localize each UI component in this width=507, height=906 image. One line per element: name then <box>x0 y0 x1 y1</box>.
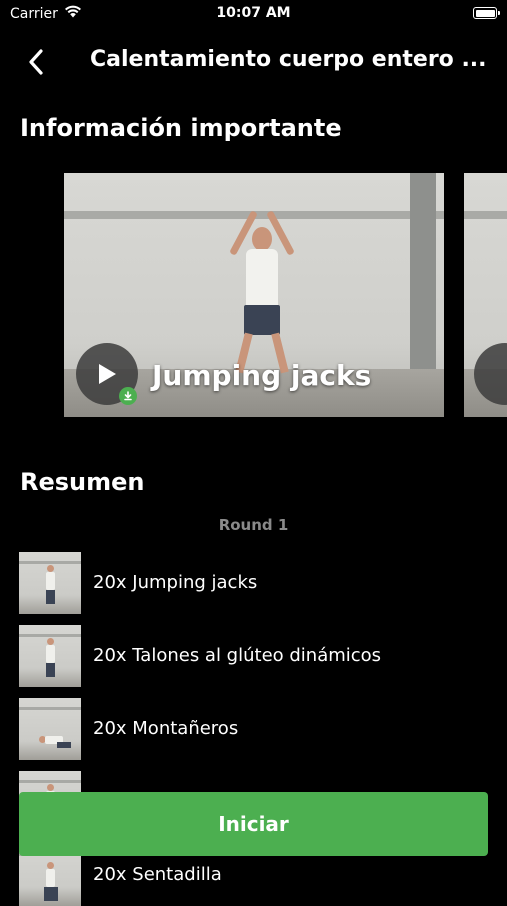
download-icon <box>119 387 137 405</box>
play-icon <box>99 364 116 384</box>
exercise-thumbnail <box>19 625 81 687</box>
page-title: Calentamiento cuerpo entero ... <box>90 47 487 72</box>
info-section-title: Información importante <box>20 114 342 142</box>
summary-section-title: Resumen <box>20 468 145 496</box>
exercise-label: 20x Montañeros <box>93 718 239 739</box>
list-item[interactable]: 20x Jumping jacks <box>0 552 507 614</box>
next-video-card[interactable] <box>464 173 507 417</box>
status-bar: Carrier 10:07 AM <box>0 0 507 30</box>
next-scene-beam <box>464 211 507 219</box>
status-time: 10:07 AM <box>216 5 291 21</box>
exercise-label: 20x Sentadilla <box>93 864 222 885</box>
exercise-thumbnail <box>19 698 81 760</box>
exercise-thumbnail <box>19 552 81 614</box>
video-title: Jumping jacks <box>152 359 372 392</box>
video-card[interactable]: Jumping jacks <box>64 173 444 417</box>
chevron-left-icon <box>29 49 43 75</box>
exercise-person-image <box>229 203 295 383</box>
back-button[interactable] <box>18 44 54 80</box>
round-label: Round 1 <box>218 516 289 534</box>
video-carousel[interactable]: Jumping jacks <box>0 173 507 417</box>
list-item[interactable]: 20x Montañeros <box>0 698 507 760</box>
exercise-label: 20x Talones al glúteo dinámicos <box>93 645 382 666</box>
battery-icon <box>473 7 500 19</box>
exercise-label: 20x Jumping jacks <box>93 572 258 593</box>
nav-bar: Calentamiento cuerpo entero ... <box>0 36 507 84</box>
start-button[interactable]: Iniciar <box>19 792 488 856</box>
list-item[interactable]: 20x Talones al glúteo dinámicos <box>0 625 507 687</box>
